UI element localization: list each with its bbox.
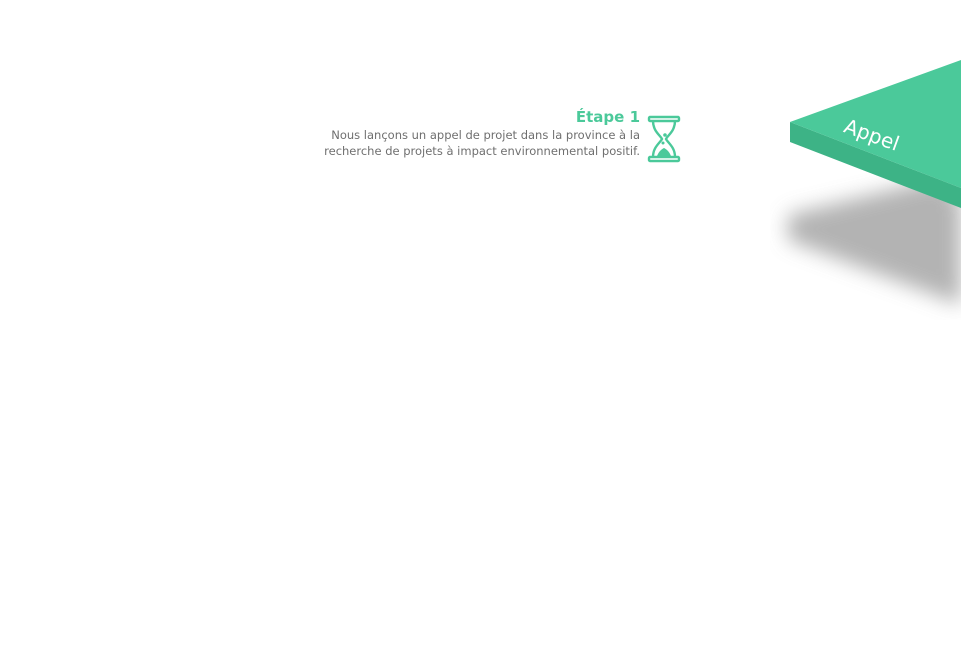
step-title: Étape 1 [575, 108, 640, 126]
step-description-line-1: Nous lançons un appel de projet dans la … [331, 128, 640, 142]
hourglass-icon [647, 115, 681, 163]
step-block: Étape 1 Nous lançons un appel de projet … [260, 108, 640, 159]
step-description-line-2: recherche de projets à impact environnem… [324, 144, 640, 158]
appel-shape [788, 60, 961, 305]
page: Étape 1 Nous lançons un appel de projet … [0, 0, 961, 650]
